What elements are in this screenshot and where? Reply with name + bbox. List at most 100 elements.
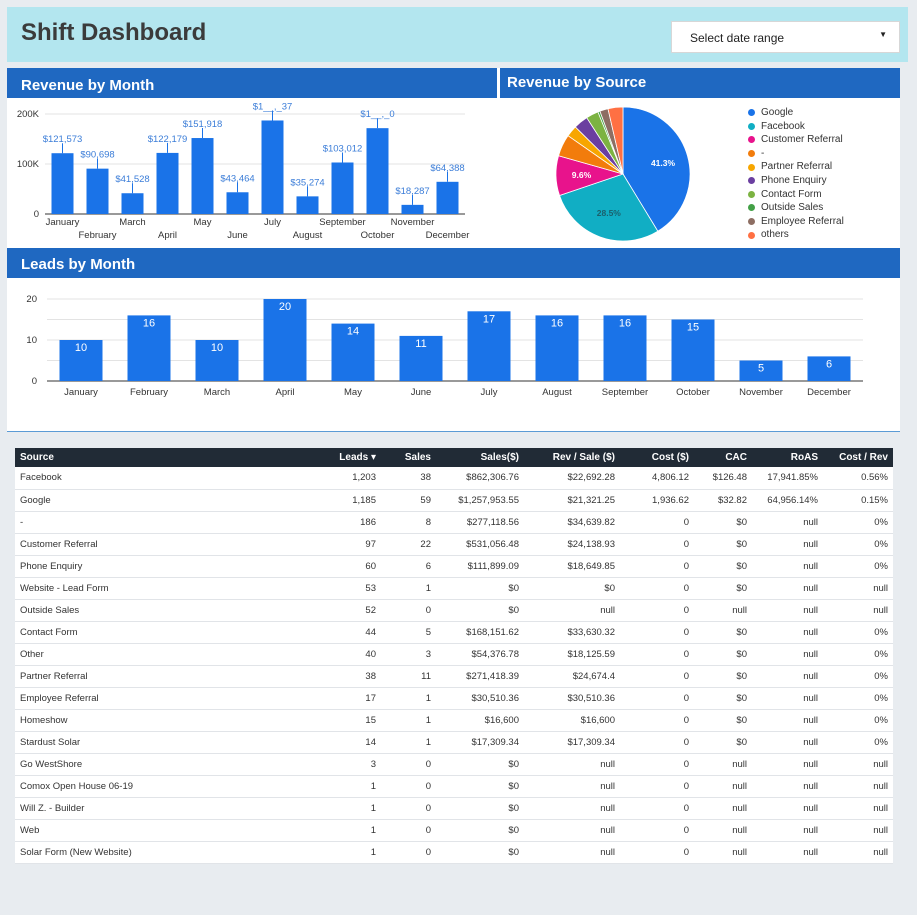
- table-cell: null: [732, 604, 747, 616]
- table-cell: 0: [683, 538, 689, 550]
- table-cell: $33,630.32: [567, 626, 615, 638]
- table-cell: 3: [370, 758, 376, 770]
- table-cell: 97: [365, 538, 376, 550]
- table-row[interactable]: Solar Form (New Website) 1 0 $0 null 0 null nul…: [15, 841, 893, 863]
- revenue-by-source-chart[interactable]: 41.3% 28.5% 9.6%: [540, 98, 740, 246]
- column-header[interactable]: Source: [15, 448, 225, 467]
- legend-label: Employee Referral: [761, 215, 844, 227]
- table-cell: 22: [420, 538, 431, 550]
- table-cell: Website - Lead Form: [20, 582, 109, 594]
- column-header[interactable]: Cost ($): [620, 448, 694, 467]
- table-cell: 0: [683, 692, 689, 704]
- table-cell: $862,306.76: [466, 472, 519, 484]
- table-cell: 0: [683, 604, 689, 616]
- legend-item[interactable]: Employee Referral: [748, 215, 844, 229]
- date-range-select[interactable]: Select date range ▼: [671, 21, 900, 53]
- legend-item[interactable]: Phone Enquiry: [748, 174, 844, 188]
- table-cell: $17,309.34: [471, 736, 519, 748]
- column-header[interactable]: Sales($): [436, 448, 524, 467]
- leads-x-tick: February: [130, 387, 168, 398]
- revenue-bar: [121, 193, 144, 214]
- table-row[interactable]: Stardust Solar 14 1 $17,309.34 $17,309.34 0 $0…: [15, 731, 893, 753]
- revenue-data-label: $103,012: [323, 143, 363, 154]
- table-row[interactable]: Homeshow 15 1 $16,600 $16,600 0 $0 null 0%: [15, 709, 893, 731]
- table-cell: 1,203: [352, 472, 376, 484]
- column-header[interactable]: CAC: [694, 448, 752, 467]
- legend-swatch: [748, 218, 755, 226]
- revenue-bar: [191, 138, 214, 214]
- legend-label: Partner Referral: [761, 161, 833, 173]
- revenue-bar: [436, 181, 459, 214]
- column-header[interactable]: RoAS: [752, 448, 823, 467]
- revenue-x-tick: September: [319, 217, 365, 228]
- table-cell: 40: [365, 648, 376, 660]
- table-row[interactable]: Employee Referral 17 1 $30,510.36 $30,510.36…: [15, 687, 893, 709]
- legend-item[interactable]: Facebook: [748, 120, 844, 134]
- leads-x-tick: January: [64, 387, 98, 398]
- table-row[interactable]: Facebook 1,203 38 $862,306.76 $22,692.28 4,80…: [15, 467, 893, 489]
- column-header[interactable]: Cost / Rev: [823, 448, 893, 467]
- revenue-by-source-legend: Google Facebook Customer Referral - Partner …: [748, 106, 844, 242]
- page-title: Shift Dashboard: [21, 19, 207, 46]
- table-cell: $34,639.82: [567, 516, 615, 528]
- legend-item[interactable]: others: [748, 228, 844, 242]
- table-row[interactable]: Go WestShore 3 0 $0 null 0 null null null: [15, 753, 893, 775]
- table-cell: 1: [425, 692, 431, 704]
- table-cell: 1: [425, 714, 431, 726]
- legend-item[interactable]: Partner Referral: [748, 160, 844, 174]
- table-row[interactable]: Partner Referral 38 11 $271,418.39 $24,674.4…: [15, 665, 893, 687]
- revenue-data-label: $43,464: [220, 173, 254, 184]
- table-cell: $271,418.39: [466, 670, 519, 682]
- legend-item[interactable]: Outside Sales: [748, 201, 844, 215]
- table-cell: $0: [736, 714, 747, 726]
- table-row[interactable]: Website - Lead Form 53 1 $0 $0 0 $0 null null: [15, 577, 893, 599]
- table-row[interactable]: Other 40 3 $54,376.78 $18,125.59 0 $0 null 0%: [15, 643, 893, 665]
- table-row[interactable]: Customer Referral 97 22 $531,056.48 $24,138.…: [15, 533, 893, 555]
- revenue-x-tick: July: [264, 217, 281, 228]
- revenue-x-tick: April: [158, 230, 177, 241]
- column-header[interactable]: Rev / Sale ($): [524, 448, 620, 467]
- table-row[interactable]: Will Z. - Builder 1 0 $0 null 0 null null null: [15, 797, 893, 819]
- table-cell: null: [873, 604, 888, 616]
- revenue-bar: [86, 168, 109, 214]
- legend-label: -: [761, 147, 765, 159]
- table-cell: $111,899.09: [467, 560, 519, 572]
- table-cell: Web: [20, 824, 40, 836]
- table-cell: null: [803, 538, 818, 550]
- legend-item[interactable]: -: [748, 147, 844, 161]
- table-cell: 44: [365, 626, 376, 638]
- table-row[interactable]: Outside Sales 52 0 $0 null 0 null null null: [15, 599, 893, 621]
- table-cell: 1: [370, 780, 376, 792]
- leads-data-label: 20: [279, 301, 291, 313]
- leads-x-tick: September: [602, 387, 648, 398]
- source-table: Source Leads ▾ Sales Sales($) Rev / Sale ($)…: [15, 448, 893, 864]
- table-cell: $24,674.4: [572, 670, 615, 682]
- leads-by-month-title: Leads by Month: [21, 256, 136, 273]
- legend-item[interactable]: Customer Referral: [748, 133, 844, 147]
- leads-data-label: 17: [483, 313, 495, 325]
- table-cell: null: [732, 802, 747, 814]
- legend-swatch: [748, 136, 755, 144]
- table-row[interactable]: Contact Form 44 5 $168,151.62 $33,630.32 0 $0 n…: [15, 621, 893, 643]
- table-row[interactable]: Phone Enquiry 60 6 $111,899.09 $18,649.85 0 $0…: [15, 555, 893, 577]
- column-header[interactable]: Leads ▾: [225, 448, 381, 467]
- legend-item[interactable]: Google: [748, 106, 844, 120]
- revenue-data-label: $1__,_37: [253, 101, 293, 112]
- table-cell: null: [732, 846, 747, 858]
- legend-swatch: [748, 177, 755, 185]
- leads-by-month-chart[interactable]: 0 10 20 10 January 16 February 10 March 20 April 14…: [7, 282, 900, 402]
- legend-item[interactable]: Contact Form: [748, 188, 844, 202]
- table-cell: 14: [365, 736, 376, 748]
- table-cell: $30,510.36: [567, 692, 615, 704]
- column-header[interactable]: Sales: [381, 448, 436, 467]
- table-row[interactable]: Google 1,185 59 $1,257,953.55 $21,321.25 1,93…: [15, 489, 893, 511]
- table-cell: 0%: [874, 560, 888, 572]
- table-cell: $0: [508, 758, 519, 770]
- table-row[interactable]: - 186 8 $277,118.56 $34,639.82 0 $0 null 0%: [15, 511, 893, 533]
- table-row[interactable]: Web 1 0 $0 null 0 null null null: [15, 819, 893, 841]
- legend-label: Facebook: [761, 120, 805, 132]
- revenue-x-tick: March: [119, 217, 145, 228]
- revenue-by-month-chart[interactable]: 0 100K 200K $121,573 January $90,698 February $…: [7, 98, 477, 246]
- revenue-x-tick: February: [78, 230, 116, 241]
- table-row[interactable]: Comox Open House 06-19 1 0 $0 null 0 null null n…: [15, 775, 893, 797]
